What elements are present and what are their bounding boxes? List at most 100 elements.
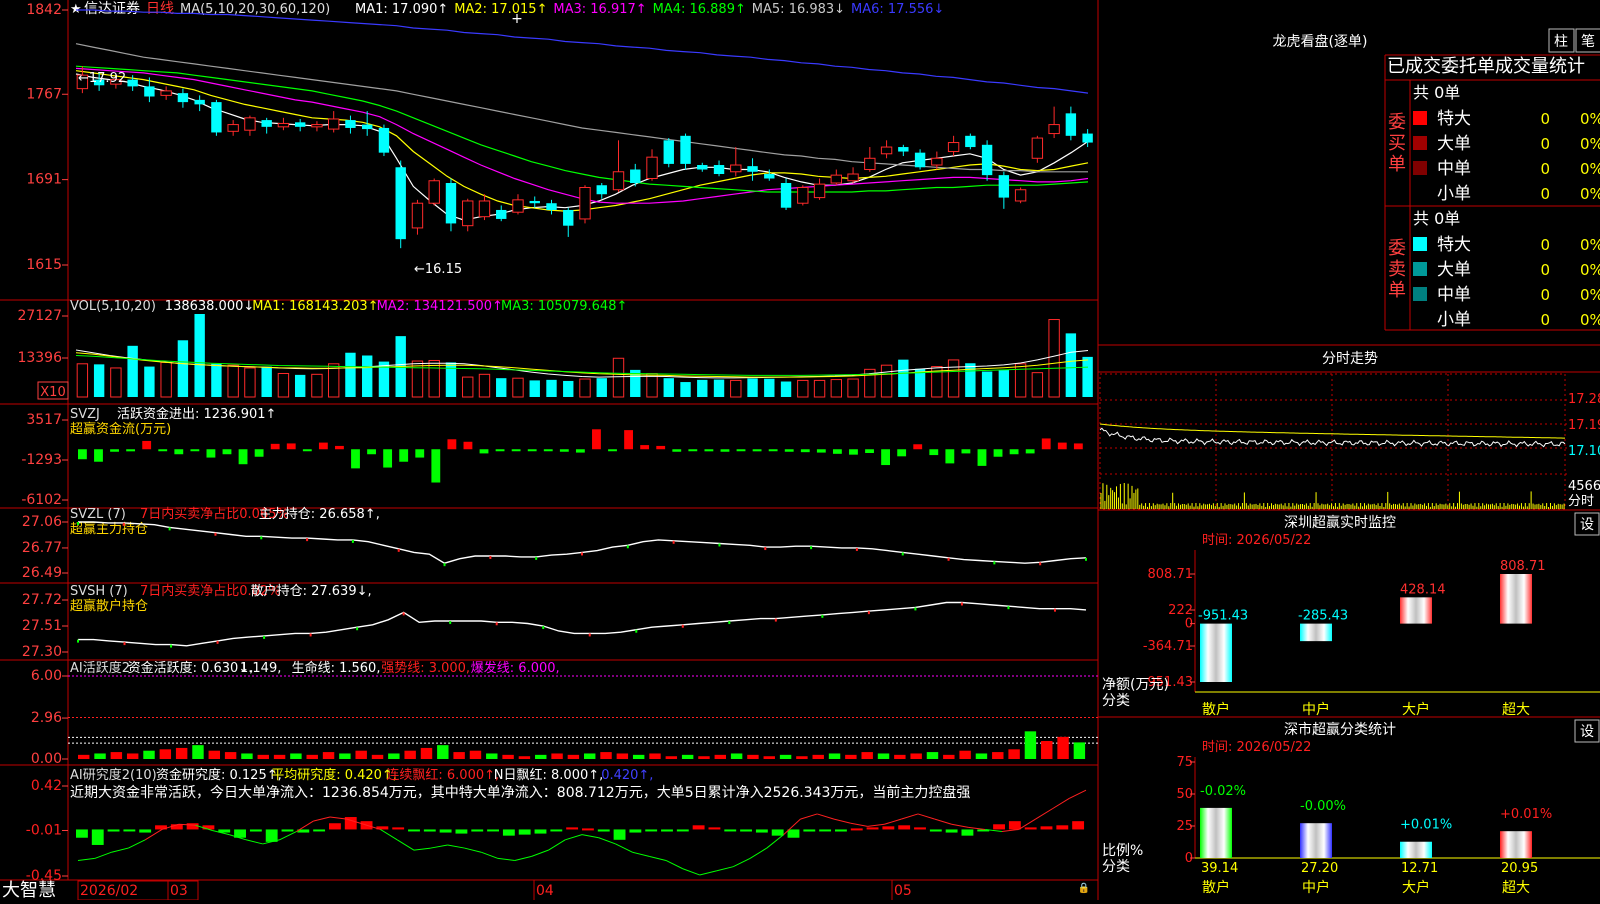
monitor-bar-value: 428.14 (1400, 582, 1446, 597)
brand-logo: 大智慧 (2, 880, 56, 900)
candle-body (663, 140, 674, 164)
research-bar (914, 827, 926, 830)
monitor-bar-value: 808.71 (1500, 559, 1546, 574)
flow-bar (913, 444, 923, 450)
volume-bar (780, 381, 792, 397)
tick-mark (449, 621, 452, 625)
tick-mark (77, 522, 79, 525)
activity-bar (518, 756, 531, 759)
volume-bar (747, 378, 758, 397)
vol-unit: X10 (40, 385, 65, 400)
ma-value-6: MA6: 17.556↓ (851, 2, 944, 17)
flow-bar (736, 449, 746, 452)
ma-value-2: MA2: 17.015↑ (454, 2, 547, 17)
research-line (380, 829, 398, 841)
flow-bar (270, 443, 280, 450)
research-bar (803, 829, 816, 832)
flow-bar (1073, 443, 1083, 450)
tick-mark (960, 602, 963, 606)
tick-mark (774, 618, 777, 622)
volume-bar (194, 314, 205, 397)
buy-row-name: 中单 (1437, 159, 1471, 179)
candle-body (395, 167, 406, 240)
research-line (396, 839, 415, 851)
classify-bar (1400, 841, 1432, 858)
buy-row-count: 0 (1540, 135, 1550, 153)
research-bar (692, 825, 705, 830)
intraday-axis-label: 17.19 (1568, 418, 1600, 433)
flow-bar (399, 449, 409, 462)
research-bar (866, 827, 879, 830)
classify-bar-value: 12.71 (1401, 861, 1438, 876)
ai-active-header-5: 爆发线: 6.000, (471, 660, 560, 676)
research-line (581, 834, 599, 839)
volume-bar (1082, 356, 1093, 397)
research-bar (566, 827, 579, 830)
volume-bar (277, 372, 290, 398)
intraday-title: 分时走势 (1322, 351, 1378, 367)
svsh-axis-label: 27.30 (22, 644, 62, 660)
ai-research-comment: 近期大资金非常活跃，今日大单净流入：1236.854万元，其中特大单净流入：80… (70, 784, 970, 801)
research-bar (961, 829, 974, 836)
volume-bar (261, 366, 272, 397)
bar-mode-label: 柱 (1554, 34, 1568, 50)
research-bar (597, 829, 610, 832)
research-bar (993, 824, 1005, 830)
research-bar (945, 829, 958, 833)
candle-body (194, 99, 205, 105)
research-bar (423, 829, 436, 832)
flow-bar (977, 449, 987, 466)
research-bar (392, 827, 405, 830)
research-line (548, 839, 566, 851)
candle-body (981, 144, 993, 176)
research-bar (582, 828, 594, 831)
tick-mark (635, 629, 638, 633)
crosshair-icon[interactable]: + (511, 11, 523, 27)
activity-bar (1024, 731, 1037, 759)
candle-body (747, 166, 758, 172)
candle-body (428, 180, 440, 204)
research-bar (929, 829, 942, 832)
tick-mark (588, 633, 591, 637)
candle-body (345, 120, 356, 128)
ai-research-header-2: 平均研究度: 0.420↑, (271, 767, 397, 783)
classify-category: 大户 (1402, 879, 1430, 896)
ma-value-4: MA4: 16.889↑ (653, 2, 746, 17)
sell-row-count: 0 (1540, 311, 1550, 329)
activity-bar (159, 749, 172, 759)
stats-title: 已成交委托单成交量统计 (1387, 56, 1585, 77)
price-axis-label: 1691 (26, 172, 62, 188)
flow-bar (415, 449, 425, 458)
candle-body (813, 183, 826, 199)
volume-bar (76, 363, 89, 398)
svzj-axis-label: -1293 (21, 452, 62, 468)
ai-research-header-5: 0.420↑, (601, 768, 653, 783)
tick-mark (356, 627, 359, 631)
candle-body (764, 174, 775, 179)
research-line (800, 813, 818, 820)
activity-bar (714, 754, 727, 759)
activity-bar (143, 750, 155, 759)
volume-bar (1065, 333, 1077, 397)
flow-bar (849, 449, 858, 455)
sell-row-pct: 0% (1580, 286, 1600, 304)
price-axis-label: 1767 (26, 86, 62, 102)
classify-category: 超大 (1502, 880, 1530, 896)
candle-body (931, 157, 943, 166)
tick-mark (993, 561, 996, 565)
flow-bar (559, 449, 569, 452)
sell-side-label: 卖 (1388, 259, 1406, 280)
candle-body (713, 165, 725, 175)
candle-body (144, 86, 155, 97)
vol-header-0: VOL(5,10,20) (70, 299, 156, 314)
research-line (598, 837, 616, 845)
research-bar (408, 829, 420, 832)
tick-mark (1053, 608, 1056, 612)
research-line (649, 855, 667, 861)
candle-body (529, 200, 540, 204)
research-bar (1008, 821, 1021, 830)
flow-bar (1025, 449, 1035, 454)
research-line (850, 822, 868, 827)
candle-body (445, 182, 457, 224)
high-mark: ←17.92 (78, 71, 126, 86)
